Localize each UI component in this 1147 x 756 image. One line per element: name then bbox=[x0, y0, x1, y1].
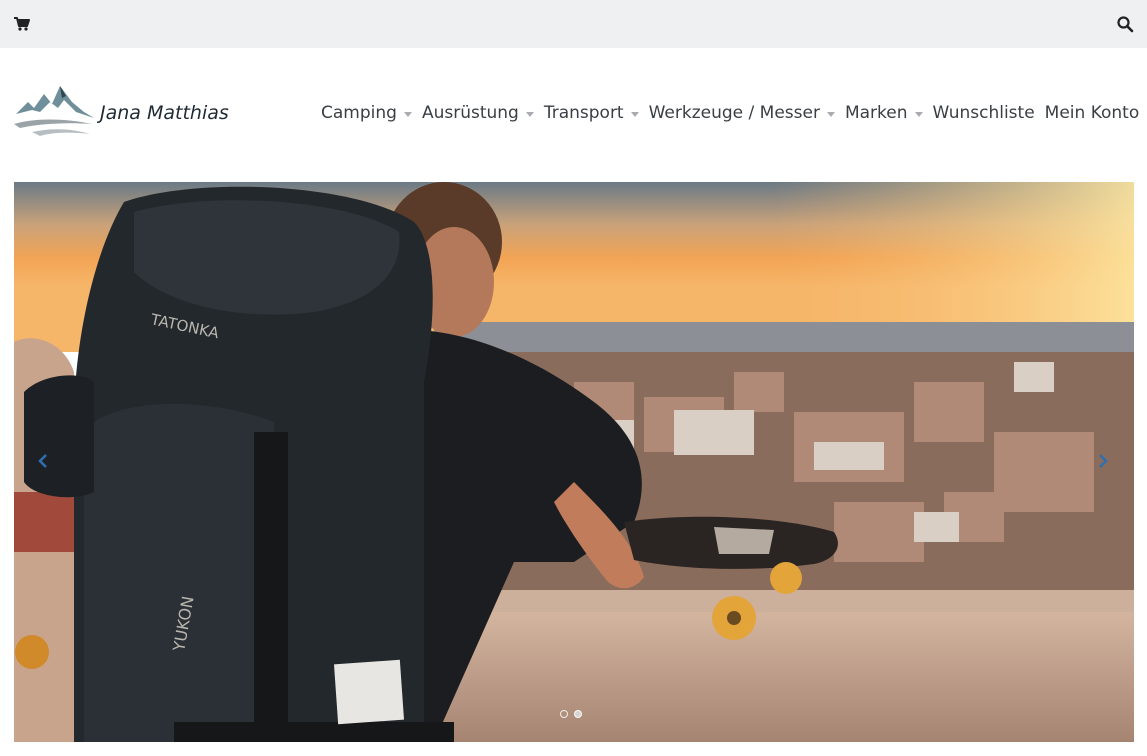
slider-dot-2[interactable] bbox=[574, 710, 582, 718]
main-navigation: Camping Ausrüstung Transport Werkzeuge /… bbox=[321, 101, 1139, 125]
slider-dot-1[interactable] bbox=[560, 710, 568, 718]
slider-pagination bbox=[560, 710, 582, 718]
shopping-cart-icon[interactable] bbox=[13, 15, 31, 33]
slider-next-button[interactable] bbox=[1096, 450, 1110, 472]
top-utility-bar bbox=[0, 0, 1147, 48]
nav-item-ausruestung[interactable]: Ausrüstung bbox=[422, 103, 534, 123]
hero-slider[interactable]: TATONKA YUKON bbox=[14, 182, 1134, 742]
nav-item-label: Mein Konto bbox=[1044, 103, 1140, 123]
slider-prev-button[interactable] bbox=[36, 450, 50, 472]
nav-item-label: Transport bbox=[543, 103, 624, 123]
caret-down-icon bbox=[403, 111, 412, 117]
caret-down-icon bbox=[914, 111, 923, 117]
nav-item-mein-konto[interactable]: Mein Konto bbox=[1045, 103, 1140, 123]
search-icon[interactable] bbox=[1116, 15, 1134, 33]
nav-item-label: Wunschliste bbox=[932, 103, 1035, 123]
nav-item-label: Ausrüstung bbox=[421, 103, 519, 123]
mountain-road-logo bbox=[14, 86, 94, 136]
nav-item-label: Marken bbox=[844, 103, 908, 123]
caret-down-icon bbox=[630, 111, 639, 117]
caret-down-icon bbox=[525, 111, 534, 117]
nav-item-werkzeuge-messer[interactable]: Werkzeuge / Messer bbox=[649, 103, 835, 123]
site-header: Jana Matthias Camping Ausrüstung Transpo… bbox=[0, 48, 1147, 182]
brand-name: Jana Matthias bbox=[100, 102, 229, 124]
site-logo[interactable]: Jana Matthias bbox=[14, 82, 244, 142]
nav-item-label: Camping bbox=[321, 103, 397, 123]
nav-item-transport[interactable]: Transport bbox=[544, 103, 639, 123]
caret-down-icon bbox=[826, 111, 835, 117]
nav-item-label: Werkzeuge / Messer bbox=[648, 103, 820, 123]
chevron-right-icon bbox=[1099, 454, 1108, 468]
nav-item-camping[interactable]: Camping bbox=[321, 103, 412, 123]
nav-item-wunschliste[interactable]: Wunschliste bbox=[933, 103, 1035, 123]
nav-item-marken[interactable]: Marken bbox=[845, 103, 923, 123]
hero-image: TATONKA YUKON bbox=[14, 182, 1134, 742]
chevron-left-icon bbox=[38, 454, 47, 468]
